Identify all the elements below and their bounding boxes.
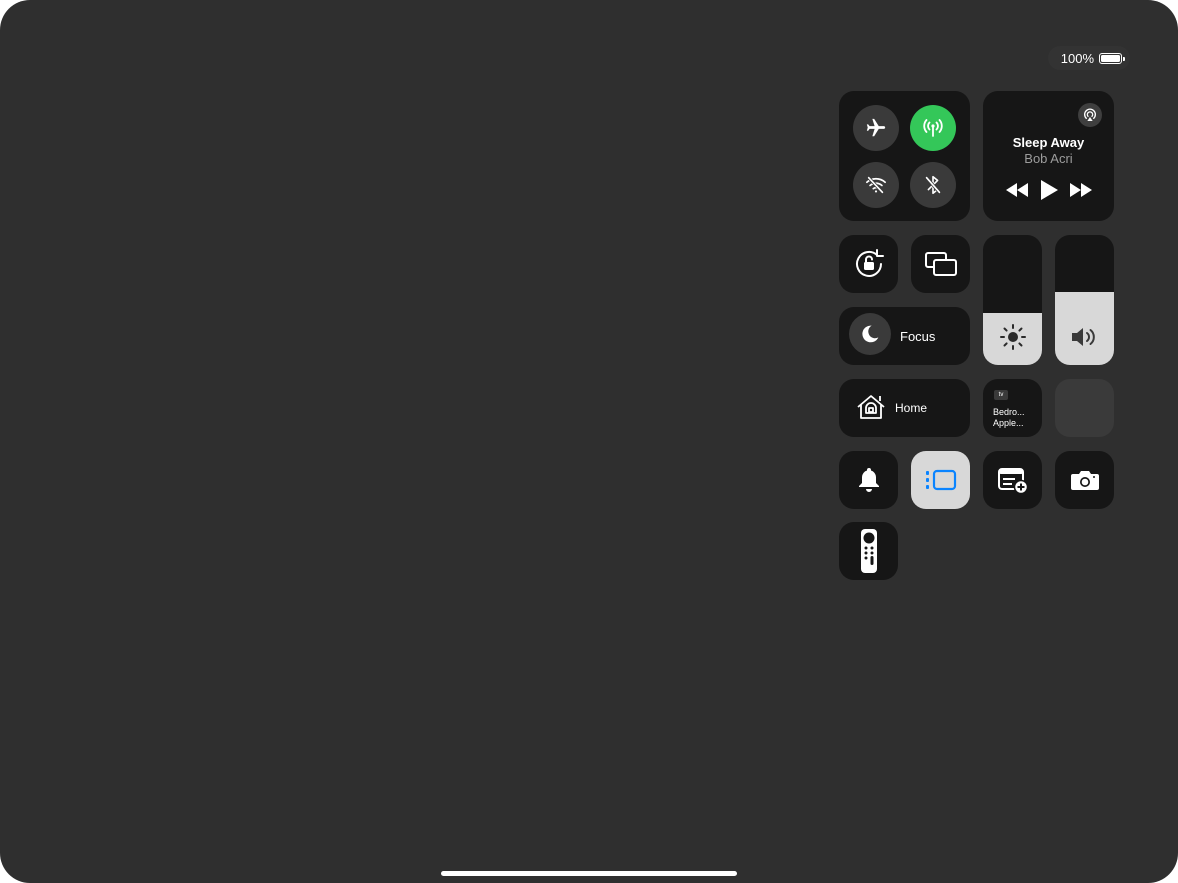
camera-button[interactable] xyxy=(1055,451,1114,509)
now-playing-title: Sleep Away xyxy=(1012,135,1085,150)
home-label: Home xyxy=(895,401,928,415)
bluetooth-off-icon xyxy=(924,175,942,195)
airplay-icon xyxy=(1084,108,1096,121)
wifi-off-icon xyxy=(866,176,886,194)
apple-tv-remote-button[interactable] xyxy=(839,522,898,580)
ipad-screen: 100% Sleep Away Bob Acri Focus Home tv B… xyxy=(0,0,1178,883)
now-playing-tile: Sleep Away Bob Acri xyxy=(983,91,1114,221)
next-track-button[interactable] xyxy=(1069,183,1092,197)
stage-manager-button[interactable] xyxy=(911,451,970,509)
previous-track-button[interactable] xyxy=(1005,183,1028,197)
wifi-toggle[interactable] xyxy=(853,162,899,208)
sun-icon xyxy=(999,324,1026,350)
focus-label: Focus xyxy=(900,329,936,344)
rotation-lock-button[interactable] xyxy=(839,235,898,293)
speaker-icon xyxy=(1071,328,1095,346)
focus-icon-circle xyxy=(849,313,891,355)
silent-mode-button[interactable] xyxy=(839,451,898,509)
play-button[interactable] xyxy=(1040,180,1058,200)
focus-button[interactable]: Focus xyxy=(839,307,970,365)
status-bar: 100% xyxy=(1048,46,1130,70)
camera-icon xyxy=(1070,471,1099,490)
apple-tv-badge: tv xyxy=(994,390,1008,400)
airplay-button[interactable] xyxy=(1078,103,1102,127)
airplane-mode-toggle[interactable] xyxy=(853,105,899,151)
quick-note-icon xyxy=(997,468,1028,494)
apple-tv-tile[interactable]: tv Bedro... Apple... xyxy=(983,379,1042,437)
airplane-icon xyxy=(866,118,886,137)
rotation-lock-icon xyxy=(855,249,884,277)
antenna-icon xyxy=(923,119,943,137)
play-icon xyxy=(1040,180,1058,200)
home-button[interactable]: Home xyxy=(839,379,970,437)
stage-manager-icon xyxy=(925,469,956,491)
screen-mirroring-icon xyxy=(924,252,957,276)
now-playing-artist: Bob Acri xyxy=(1024,151,1073,166)
battery-percentage: 100% xyxy=(1060,50,1094,66)
bell-icon xyxy=(858,468,879,492)
battery-icon xyxy=(1099,52,1125,64)
rewind-icon xyxy=(1005,183,1028,197)
apple-tv-name: Bedro... xyxy=(993,407,1025,417)
cellular-data-toggle[interactable] xyxy=(910,105,956,151)
connectivity-tile xyxy=(839,91,970,221)
volume-slider[interactable] xyxy=(1055,235,1114,365)
apple-tv-device: Apple... xyxy=(993,418,1024,428)
fast-forward-icon xyxy=(1069,183,1092,197)
brightness-slider[interactable] xyxy=(983,235,1042,365)
moon-icon xyxy=(862,325,879,343)
quick-note-button[interactable] xyxy=(983,451,1042,509)
playback-controls xyxy=(983,179,1114,201)
home-indicator[interactable] xyxy=(441,871,737,876)
bluetooth-toggle[interactable] xyxy=(910,162,956,208)
empty-tile xyxy=(1055,379,1114,437)
screen-mirroring-button[interactable] xyxy=(911,235,970,293)
apple-tv-remote-icon xyxy=(860,529,877,573)
home-icon xyxy=(857,395,885,419)
